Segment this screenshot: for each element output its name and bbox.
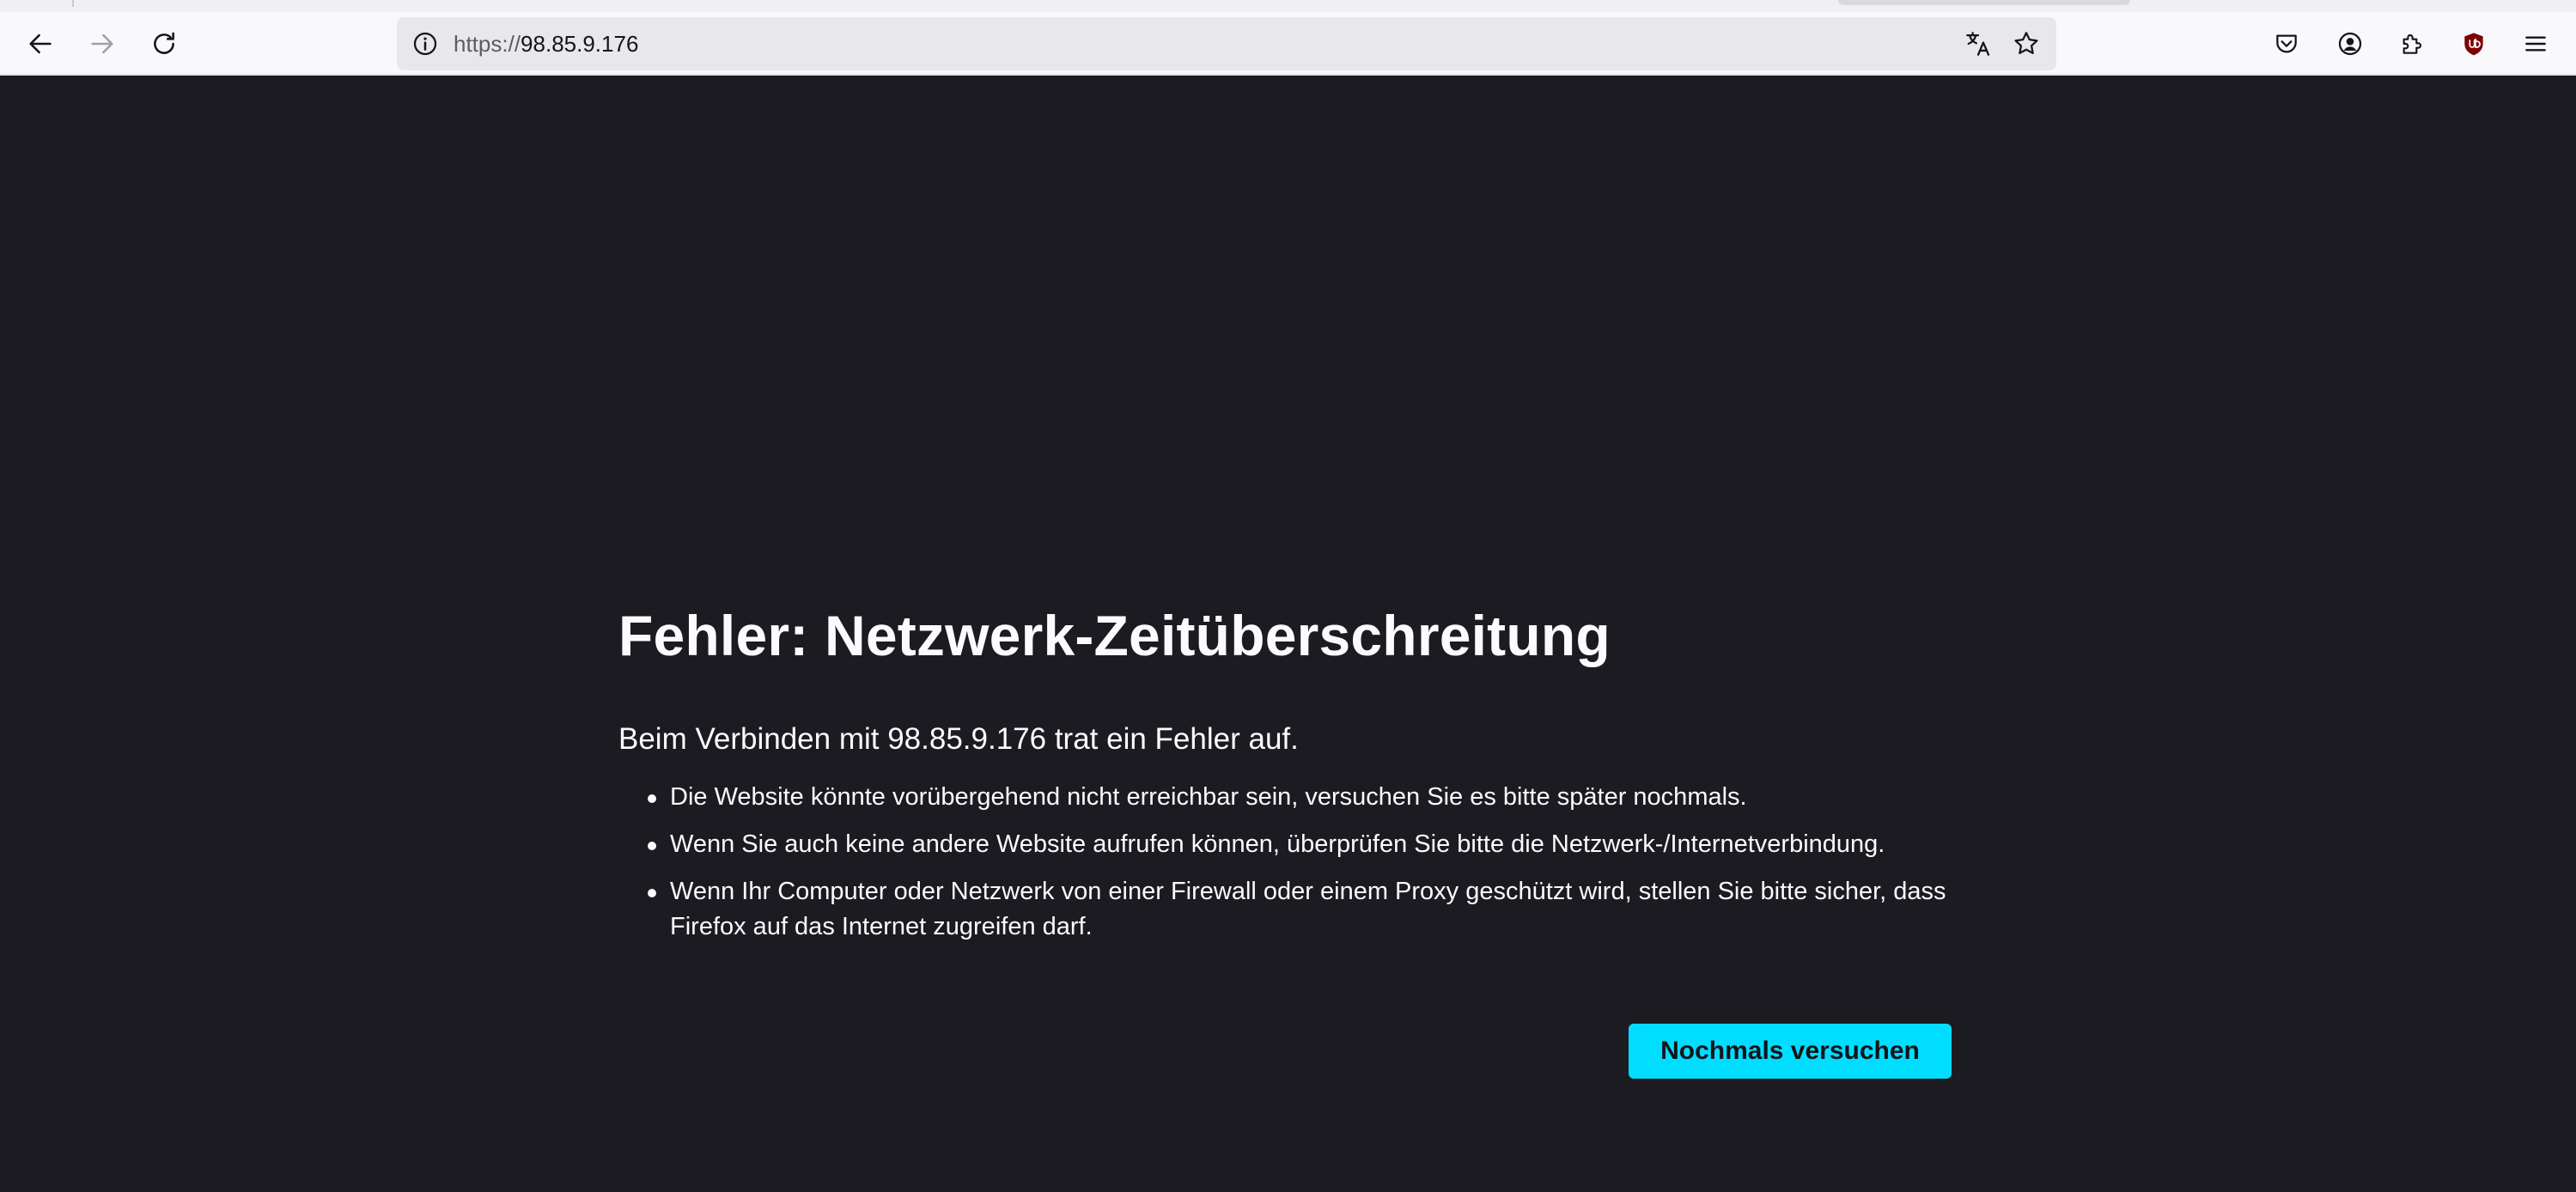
url-text[interactable]: https://98.85.9.176: [454, 17, 638, 70]
forward-button[interactable]: [79, 21, 125, 67]
popup-edge: [1838, 0, 2130, 5]
reload-button[interactable]: [141, 21, 187, 67]
ublock-origin-button[interactable]: [2451, 22, 2496, 65]
pocket-button[interactable]: [2264, 22, 2309, 65]
site-info-button[interactable]: [409, 27, 442, 60]
forward-arrow-icon: [91, 33, 113, 54]
error-intro: Beim Verbinden mit 98.85.9.176 trat ein …: [618, 722, 1299, 756]
menu-icon: [2525, 36, 2546, 52]
menu-button[interactable]: [2513, 22, 2558, 65]
error-title: Fehler: Netzwerk-Zeitüberschreitung: [618, 604, 1611, 667]
translate-button[interactable]: [1958, 24, 1998, 64]
error-suggestions: Die Website könnte vorübergehend nicht e…: [618, 780, 1952, 945]
account-icon: [2338, 32, 2362, 56]
url-scheme: https://: [454, 31, 521, 57]
account-button[interactable]: [2328, 22, 2372, 65]
url-bar[interactable]: https://98.85.9.176: [397, 17, 2056, 70]
back-arrow-icon: [29, 33, 52, 54]
translate-icon: [1966, 32, 1990, 56]
browser-toolbar: https://98.85.9.176: [0, 12, 2576, 76]
back-button[interactable]: [17, 21, 64, 67]
suggestion-item: Wenn Ihr Computer oder Netzwerk von eine…: [618, 874, 1952, 945]
retry-button[interactable]: Nochmals versuchen: [1629, 1024, 1952, 1079]
bookmark-star-icon: [2014, 32, 2038, 55]
tab-edge: [72, 0, 74, 7]
error-page-container: Fehler: Netzwerk-Zeitüberschreitung Beim…: [618, 593, 1952, 957]
bookmark-button[interactable]: [2007, 24, 2046, 64]
ublock-origin-icon: [2464, 33, 2483, 56]
extensions-icon: [2402, 34, 2421, 54]
pocket-icon: [2276, 34, 2297, 53]
site-info-icon: [413, 32, 437, 56]
reload-icon: [154, 32, 174, 54]
suggestion-item: Wenn Sie auch keine andere Website aufru…: [618, 827, 1952, 862]
url-host: 98.85.9.176: [521, 31, 639, 57]
suggestion-item: Die Website könnte vorübergehend nicht e…: [618, 780, 1952, 815]
extensions-button[interactable]: [2390, 22, 2434, 65]
tab-strip: [0, 0, 2576, 12]
